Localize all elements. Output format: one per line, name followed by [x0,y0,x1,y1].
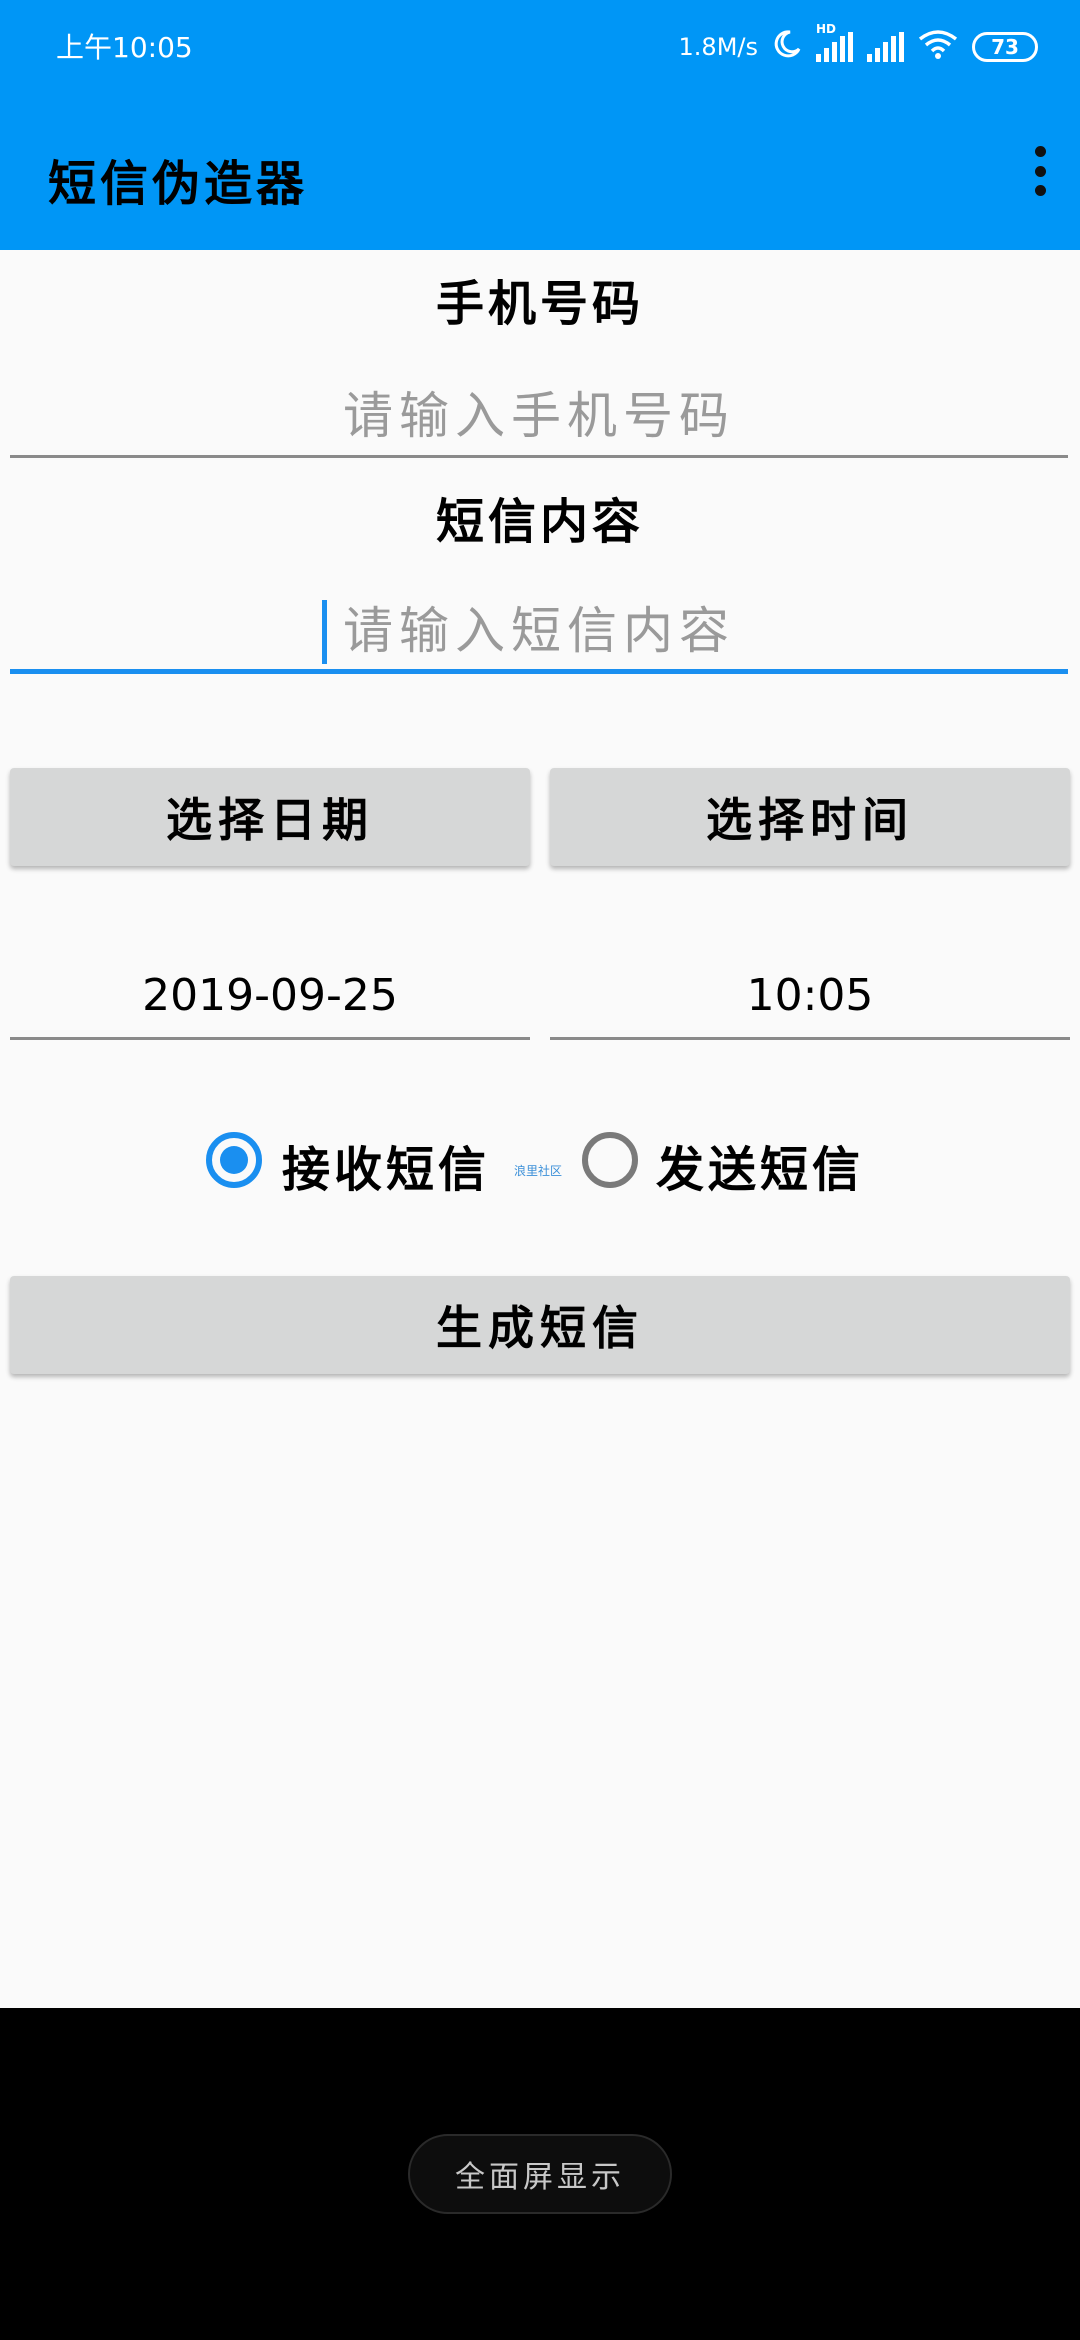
watermark: 浪里社区 [514,1164,563,1178]
date-value[interactable]: 2019-09-25 [10,966,530,1040]
moon-icon [772,29,802,65]
sms-type-radio-group: 接收短信 浪里社区 发送短信 [0,1128,1080,1198]
hd-badge: HD [816,22,837,36]
select-date-button[interactable]: 选择日期 [10,768,530,866]
radio-receive-label[interactable]: 接收短信 [282,1130,490,1200]
battery-indicator: 73 [972,32,1038,62]
status-time: 上午10:05 [56,31,193,64]
text-cursor [322,600,327,664]
navigation-area: 全面屏显示 [0,2008,1080,2340]
radio-send-label[interactable]: 发送短信 [656,1130,864,1200]
fullscreen-display-button[interactable]: 全面屏显示 [408,2134,672,2214]
phone-label: 手机号码 [435,276,644,332]
wifi-icon [918,29,958,65]
time-value[interactable]: 10:05 [550,966,1070,1040]
radio-send[interactable] [582,1132,638,1188]
radio-receive[interactable] [206,1132,262,1188]
status-bar: 上午10:05 1.8M/s HD 73 [0,0,1080,96]
content-label: 短信内容 [435,494,644,550]
app-bar: 短信伪造器 [0,96,1080,250]
signal-icon [867,32,904,62]
content-input[interactable] [10,592,1068,674]
select-time-button[interactable]: 选择时间 [550,768,1070,866]
network-speed: 1.8M/s [678,33,758,61]
more-options-icon[interactable] [1030,146,1050,196]
hd-signal-icon: HD [816,22,853,62]
status-icons: 1.8M/s HD 73 [679,22,1038,72]
generate-sms-button[interactable]: 生成短信 [10,1276,1070,1374]
app-title: 短信伪造器 [48,156,309,212]
phone-input[interactable] [10,376,1068,458]
